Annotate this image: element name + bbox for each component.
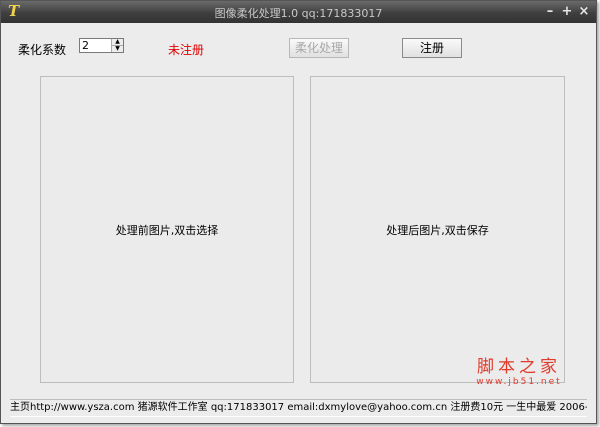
window-controls: – + × <box>544 4 590 19</box>
minimize-button[interactable]: – <box>544 4 556 19</box>
before-image-hint: 处理前图片,双击选择 <box>115 223 219 237</box>
soften-process-button[interactable]: 柔化处理 <box>289 38 349 58</box>
spinner-buttons: ▲ ▼ <box>111 39 123 52</box>
registration-status: 未注册 <box>168 43 205 57</box>
main-window: T 图像柔化处理1.0 qq:171833017 – + × 柔化系数 2 ▲ … <box>0 0 597 424</box>
soften-coefficient-label: 柔化系数 <box>18 43 67 57</box>
soften-coefficient-value[interactable]: 2 <box>82 39 89 52</box>
before-image-panel[interactable]: 处理前图片,双击选择 <box>40 76 294 383</box>
watermark: 脚本之家 www.jb51.net <box>464 357 574 388</box>
title-bar[interactable]: T 图像柔化处理1.0 qq:171833017 – + × <box>1 1 596 23</box>
spin-down-icon[interactable]: ▼ <box>112 46 123 52</box>
close-button[interactable]: × <box>578 4 590 19</box>
status-text: 主页http://www.ysza.com 猪源软件工作室 qq:1718330… <box>10 402 587 413</box>
after-image-panel[interactable]: 处理后图片,双击保存 <box>310 76 565 383</box>
after-image-hint: 处理后图片,双击保存 <box>386 223 489 237</box>
watermark-text: 脚本之家 <box>477 357 561 377</box>
maximize-button[interactable]: + <box>561 4 573 19</box>
watermark-url: www.jb51.net <box>476 377 562 387</box>
window-title: 图像柔化处理1.0 qq:171833017 <box>214 7 383 20</box>
status-bar: 主页http://www.ysza.com 猪源软件工作室 qq:1718330… <box>10 399 587 417</box>
register-button[interactable]: 注册 <box>402 38 462 58</box>
soften-coefficient-spinner[interactable]: 2 ▲ ▼ <box>79 38 124 53</box>
toolbar: 柔化系数 2 ▲ ▼ 未注册 柔化处理 注册 <box>1 23 596 67</box>
